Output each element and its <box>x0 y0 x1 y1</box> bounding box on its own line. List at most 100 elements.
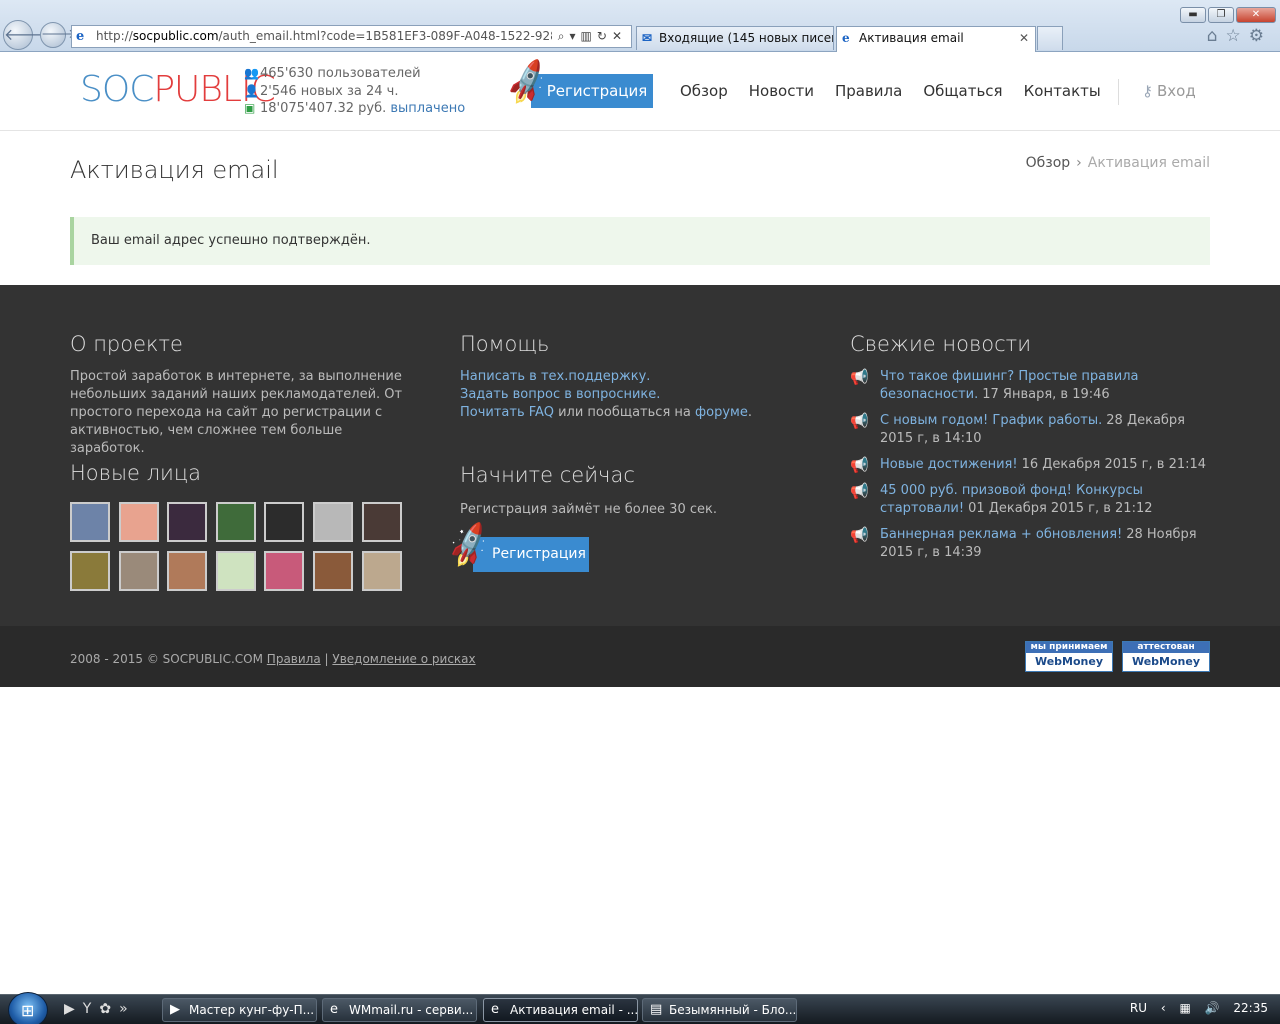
favorites-icon[interactable]: ☆ <box>1226 26 1249 46</box>
paid-link[interactable]: выплачено <box>390 101 465 116</box>
news-list: 📢 Что такое фишинг? Простые правила безоп… <box>850 368 1212 562</box>
quick-launch: ▶Y✿» <box>64 1001 136 1017</box>
taskbar-item-kungfu[interactable]: ▶ Мастер кунг-фу-П... <box>162 998 317 1022</box>
about-text: Простой заработок в интернете, за выполн… <box>70 369 403 456</box>
support-link[interactable]: Написать в тех.поддержку. <box>460 369 650 384</box>
new-tab-button[interactable] <box>1037 26 1063 50</box>
avatar[interactable] <box>361 502 402 542</box>
avatar[interactable] <box>70 551 110 591</box>
news-date: 01 Декабря 2015 г, в 21:12 <box>968 501 1153 516</box>
news-date: 17 Января, в 19:46 <box>982 387 1110 402</box>
back-button[interactable]: 🡐 <box>3 20 47 50</box>
news-title-link[interactable]: Баннерная реклама + обновления! <box>880 527 1122 542</box>
more-icon[interactable]: » <box>119 1001 136 1017</box>
home-icon[interactable]: ⌂ <box>1207 26 1226 46</box>
avatar[interactable] <box>118 502 159 542</box>
ie-page-icon: e <box>76 29 85 44</box>
question-link[interactable]: Задать вопрос в вопроснике. <box>460 387 660 402</box>
stop-icon[interactable]: ✕ <box>612 29 627 43</box>
nav-news[interactable]: Новости <box>749 82 814 100</box>
footer-help: Помощь Написать в тех.поддержку. Задать … <box>460 332 790 422</box>
close-window-button[interactable]: ✕ <box>1236 7 1276 23</box>
address-domain: socpublic.com <box>132 29 219 43</box>
megaphone-icon: 📢 <box>850 526 869 544</box>
avatar[interactable] <box>118 551 159 591</box>
maximize-button[interactable]: ❐ <box>1208 7 1234 23</box>
paid-amount: 18'075'407.32 руб. <box>260 101 387 116</box>
volume-icon[interactable]: 🔊 <box>1205 1001 1220 1015</box>
window-controls: ▬ ❐ ✕ <box>1178 2 1276 23</box>
ie-tab-icon: e <box>842 31 850 45</box>
notepad-icon: ▤ <box>650 1002 663 1017</box>
close-tab-icon[interactable]: ✕ <box>1019 27 1029 49</box>
webmoney-accept-badge[interactable]: мы принимаем WebMoney <box>1025 641 1113 672</box>
forum-link[interactable]: форуме <box>695 405 748 420</box>
avatar[interactable] <box>167 502 208 542</box>
browser-icons: ⌂☆⚙ <box>1207 26 1272 46</box>
faq-link[interactable]: Почитать FAQ <box>460 405 554 420</box>
avatar[interactable] <box>312 551 353 591</box>
breadcrumb-home[interactable]: Обзор <box>1026 155 1071 171</box>
avatar[interactable] <box>264 502 305 542</box>
new-users-count: 2'546 новых за 24 ч. <box>260 83 399 99</box>
tab-activation[interactable]: e Активация email ✕ <box>836 26 1036 52</box>
news-item: 📢 С новым годом! График работы. 28 Декабря… <box>850 412 1212 448</box>
news-heading: Свежие новости <box>850 332 1032 356</box>
site-stats: 👥465'630 пользователей 👤2'546 новых за 2… <box>244 65 465 118</box>
about-heading: О проекте <box>70 332 183 356</box>
clock[interactable]: 22:35 <box>1233 1001 1268 1015</box>
footer: О проекте Простой заработок в интернете,… <box>0 285 1280 626</box>
dropdown-icon[interactable]: ▾ <box>570 29 581 43</box>
avatar[interactable] <box>264 551 305 591</box>
taskbar: ⊞ ▶Y✿» ▶ Мастер кунг-фу-П... e WMmail.ru -… <box>0 992 1280 1024</box>
risk-link[interactable]: Уведомление о рисках <box>332 652 475 666</box>
language-indicator[interactable]: RU <box>1130 1001 1147 1015</box>
tab-inbox[interactable]: ✉ Входящие (145 новых писем)... <box>636 26 834 50</box>
avatar[interactable] <box>361 551 402 591</box>
webmoney-attested-badge[interactable]: аттестован WebMoney <box>1122 641 1210 672</box>
search-icon[interactable]: ⌕ <box>558 29 570 43</box>
yandex-icon[interactable]: Y <box>83 1001 100 1017</box>
nav-divider <box>1118 79 1119 105</box>
news-title-link[interactable]: Новые достижения! <box>880 457 1018 472</box>
nav-rules[interactable]: Правила <box>835 82 902 100</box>
key-icon: ⚷ <box>1142 82 1153 100</box>
users-count: 465'630 пользователей <box>260 66 421 81</box>
new-user-icon: 👤 <box>244 83 259 98</box>
start-button[interactable]: ⊞ <box>8 992 48 1024</box>
news-title-link[interactable]: С новым годом! График работы. <box>880 413 1102 428</box>
page-title: Активация email <box>70 156 279 184</box>
forward-button[interactable]: 🡒 <box>40 22 76 48</box>
refresh-icon[interactable]: ↻ <box>597 29 612 43</box>
address-bar[interactable]: e http://socpublic.com/auth_email.html?c… <box>71 25 632 48</box>
avatar[interactable] <box>70 502 110 542</box>
gear-icon[interactable]: ⚙ <box>1249 26 1272 46</box>
minimize-button[interactable]: ▬ <box>1180 7 1206 23</box>
footer-news: Свежие новости 📢 Что такое фишинг? Просты… <box>850 332 1212 570</box>
news-item: 📢 Баннерная реклама + обновления! 28 Ноябр… <box>850 526 1212 562</box>
media-icon[interactable]: ▶ <box>64 1001 83 1017</box>
rules-link[interactable]: Правила <box>267 652 321 666</box>
icq-icon[interactable]: ✿ <box>99 1001 119 1017</box>
start-heading: Начните сейчас <box>460 463 635 487</box>
nav-overview[interactable]: Обзор <box>680 82 728 100</box>
network-icon[interactable]: ▦ <box>1179 1001 1190 1015</box>
help-heading: Помощь <box>460 332 550 356</box>
chevron-right-icon: › <box>1076 155 1082 171</box>
chevron-left-icon[interactable]: ‹ <box>1161 1001 1166 1015</box>
taskbar-item-wmmail[interactable]: e WMmail.ru - серви... <box>322 998 477 1022</box>
taskbar-item-notepad[interactable]: ▤ Безымянный - Бло... <box>642 998 797 1022</box>
compat-icon[interactable]: ▥ <box>581 29 597 43</box>
tab-label: Входящие (145 новых писем)... <box>659 31 833 45</box>
avatar[interactable] <box>215 502 256 542</box>
avatar[interactable] <box>312 502 353 542</box>
login-link[interactable]: ⚷ Вход <box>1142 82 1196 100</box>
avatar[interactable] <box>215 551 256 591</box>
nav-contacts[interactable]: Контакты <box>1024 82 1101 100</box>
taskbar-item-activation[interactable]: e Активация email - ... <box>483 998 638 1022</box>
news-item: 📢 Что такое фишинг? Простые правила безоп… <box>850 368 1212 404</box>
avatar[interactable] <box>167 551 208 591</box>
nav-chat[interactable]: Общаться <box>923 82 1002 100</box>
megaphone-icon: 📢 <box>850 482 869 500</box>
mail-icon: ✉ <box>642 31 653 45</box>
